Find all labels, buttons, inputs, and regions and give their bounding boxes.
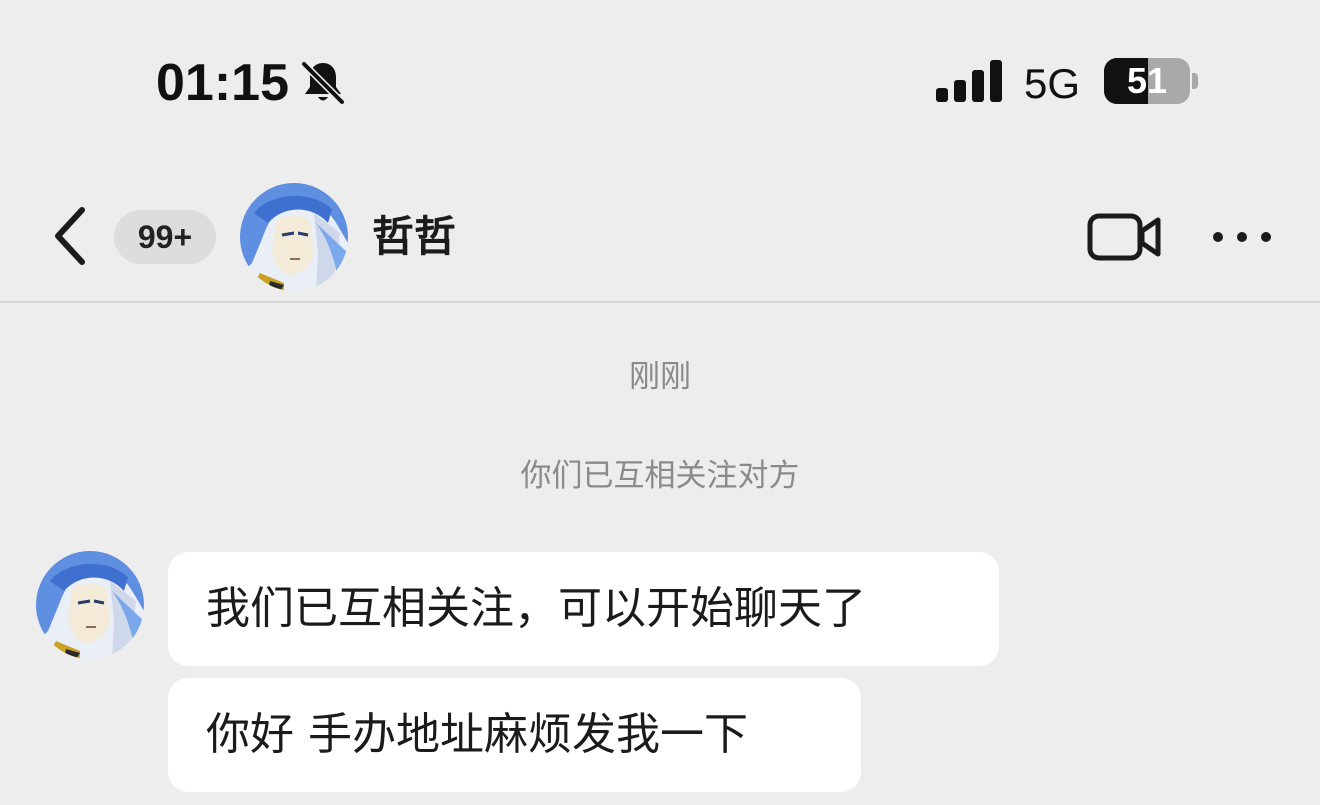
message-bubble[interactable]: 我们已互相关注，可以开始聊天了 — [168, 552, 999, 666]
avatar-image — [240, 183, 348, 291]
unread-count-badge[interactable]: 99+ — [114, 210, 216, 264]
video-call-icon[interactable] — [1086, 210, 1162, 264]
chat-screen: 01:15 5G 51 99+ 哲哲 刚刚 你们已互相关注对方 我们已互相关注，… — [0, 0, 1320, 805]
status-time: 01:15 — [156, 54, 289, 112]
header-divider — [0, 301, 1320, 303]
bell-muted-icon — [300, 60, 346, 106]
message-bubble[interactable]: 你好 手办地址麻烦发我一下 — [168, 678, 861, 792]
sender-avatar[interactable] — [36, 551, 144, 659]
battery-cap — [1192, 73, 1198, 89]
contact-name[interactable]: 哲哲 — [372, 210, 456, 264]
avatar[interactable] — [240, 183, 348, 291]
cellular-signal-icon — [936, 60, 1002, 102]
battery-icon: 51 — [1104, 58, 1190, 104]
battery-percent: 51 — [1126, 60, 1168, 101]
message-timestamp: 刚刚 — [629, 359, 691, 395]
avatar-image — [36, 551, 144, 659]
system-notice: 你们已互相关注对方 — [520, 458, 800, 494]
network-type-label: 5G — [1024, 60, 1081, 107]
back-chevron-icon[interactable] — [48, 202, 92, 270]
more-dots-icon[interactable] — [1208, 222, 1276, 252]
